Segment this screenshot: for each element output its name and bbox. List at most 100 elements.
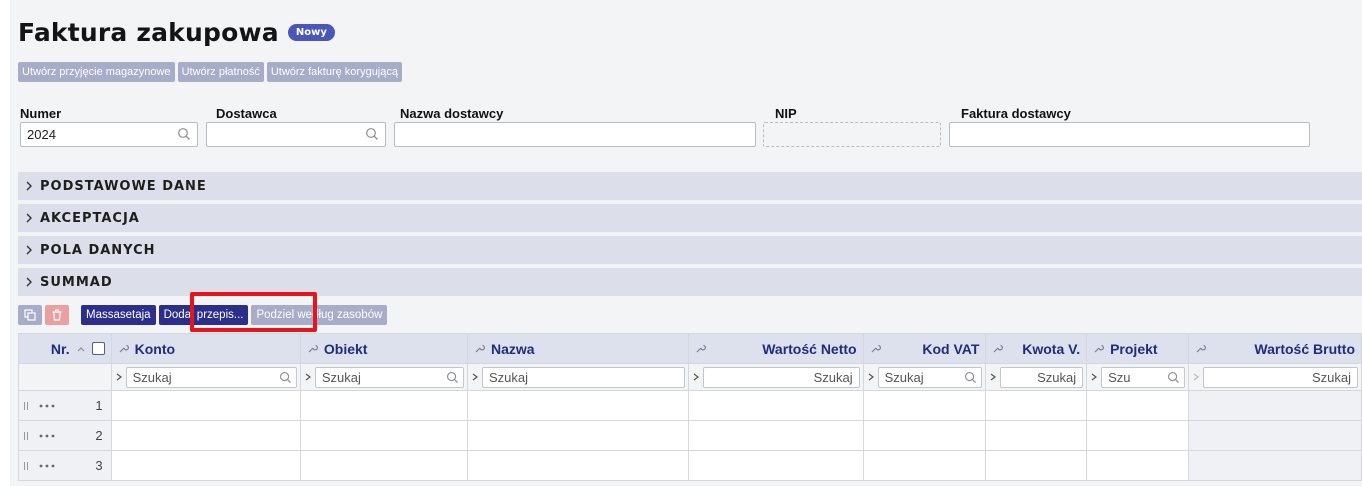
chevron-right-icon[interactable] [115,372,123,382]
cell-kwota[interactable] [985,420,1088,451]
faktura-dostawcy-field[interactable] [949,122,1310,147]
chevron-right-icon [26,277,32,287]
chevron-right-icon[interactable] [304,372,312,382]
cell-kwota[interactable] [985,450,1088,481]
search-icon[interactable] [964,371,977,384]
page-title: Faktura zakupowa [18,18,279,47]
wrench-icon[interactable] [307,343,318,354]
cell-projekt[interactable] [1086,420,1189,451]
section-summad[interactable]: SUMMAD [18,268,1362,296]
wrench-icon[interactable] [1195,343,1206,354]
cell-nazwa[interactable] [466,450,690,481]
table-row[interactable]: 3 [18,450,1362,481]
search-icon[interactable] [446,371,459,384]
filter-brutto-input[interactable]: Szukaj [1202,366,1358,388]
wrench-icon[interactable] [1093,343,1105,354]
cell-projekt[interactable] [1086,390,1189,421]
search-icon[interactable] [279,371,292,384]
col-projekt[interactable]: Projekt [1086,333,1189,364]
table-row[interactable]: 1 [18,390,1362,421]
filter-konto-input[interactable]: Szukaj [125,366,297,388]
filter-nazwa-input[interactable]: Szukaj [481,366,686,388]
cell-obiekt[interactable] [299,420,468,451]
section-akceptacja[interactable]: AKCEPTACJA [18,204,1362,232]
more-icon[interactable] [39,464,55,468]
cell-konto[interactable] [110,390,301,421]
create-payment-button[interactable]: Utwórz płatność [177,62,264,82]
table-row[interactable]: 2 [18,420,1362,451]
cell-konto[interactable] [110,450,301,481]
cell-netto[interactable] [688,420,864,451]
drag-handle-icon[interactable] [23,431,29,441]
grid-header-row: Nr. Konto Obiekt Nazwa Wartość Netto Kod… [18,333,1362,364]
more-icon[interactable] [39,434,55,438]
row-number-cell[interactable]: 2 [18,420,112,451]
wrench-icon[interactable] [695,343,707,354]
wrench-icon[interactable] [474,343,485,354]
cell-obiekt[interactable] [299,450,468,481]
chevron-right-icon[interactable] [867,372,875,382]
cell-vat[interactable] [862,420,987,451]
search-icon[interactable] [177,127,191,141]
wrench-icon[interactable] [870,343,881,354]
wrench-icon[interactable] [118,343,129,354]
filter-vat-input[interactable]: Szukaj [877,366,983,388]
filter-obiekt-input[interactable]: Szukaj [314,366,464,388]
cell-vat[interactable] [862,390,987,421]
col-label: Wartość Netto [762,340,857,357]
col-konto[interactable]: Konto [110,333,301,364]
col-nazwa[interactable]: Nazwa [466,333,690,364]
filter-placeholder: Szukaj [884,369,924,385]
add-rule-button[interactable]: Dodaj przepis... [158,305,249,325]
rows-toolbar: Massasetaja Dodaj przepis... Podziel wed… [18,305,388,325]
create-correction-invoice-button[interactable]: Utwórz fakturę korygującą [266,62,402,82]
col-netto[interactable]: Wartość Netto [688,333,864,364]
section-pola-danych[interactable]: POLA DANYCH [18,236,1362,264]
cell-netto[interactable] [688,390,864,421]
cell-kwota[interactable] [985,390,1088,421]
create-warehouse-receipt-button[interactable]: Utwórz przyjęcie magazynowe [18,62,175,82]
nazwa-dostawcy-label: Nazwa dostawcy [400,106,504,121]
select-all-checkbox[interactable] [91,342,105,355]
col-obiekt[interactable]: Obiekt [299,333,468,364]
col-kwota-vat[interactable]: Kwota V. [985,333,1088,364]
chevron-right-icon[interactable] [692,372,700,382]
col-nr[interactable]: Nr. [18,333,112,364]
cell-nazwa[interactable] [466,420,690,451]
wrench-icon[interactable] [992,343,1004,354]
nazwa-dostawcy-field[interactable] [394,122,756,147]
search-icon[interactable] [1167,371,1180,384]
cell-projekt[interactable] [1086,450,1189,481]
drag-handle-icon[interactable] [23,461,29,471]
more-icon[interactable] [39,404,55,408]
drag-handle-icon[interactable] [23,401,29,411]
mass-set-button[interactable]: Massasetaja [81,305,156,325]
cell-vat[interactable] [862,450,987,481]
chevron-right-icon[interactable] [1090,372,1098,382]
grid-filter-row: Szukaj Szukaj Szukaj Szukaj Szukaj Szuka… [18,363,1362,391]
col-vat[interactable]: Kod VAT [862,333,987,364]
split-by-resources-button[interactable]: Podziel według zasobów [251,305,388,325]
delete-row-button[interactable] [45,305,69,325]
sort-up-icon[interactable] [76,344,86,354]
filter-netto-input[interactable]: Szukaj [703,366,860,388]
section-podstawowe-dane[interactable]: PODSTAWOWE DANE [18,172,1362,200]
col-label: Kwota V. [1022,340,1081,357]
row-number-cell[interactable]: 3 [18,450,112,481]
chevron-right-icon[interactable] [989,372,997,382]
nip-label: NIP [775,106,797,121]
filter-projekt-input[interactable]: Szu [1101,366,1185,388]
col-brutto[interactable]: Wartość Brutto [1187,333,1362,364]
dostawca-field[interactable] [206,122,386,147]
action-buttons: Utwórz przyjęcie magazynowe Utwórz płatn… [18,62,402,82]
search-icon[interactable] [365,127,379,141]
row-number-cell[interactable]: 1 [18,390,112,421]
cell-nazwa[interactable] [466,390,690,421]
cell-netto[interactable] [688,450,864,481]
filter-kwota-input[interactable]: Szukaj [1000,366,1084,388]
numer-field[interactable]: 2024 [20,122,198,147]
chevron-right-icon[interactable] [471,372,479,382]
copy-row-button[interactable] [18,305,42,325]
cell-obiekt[interactable] [299,390,468,421]
cell-konto[interactable] [110,420,301,451]
